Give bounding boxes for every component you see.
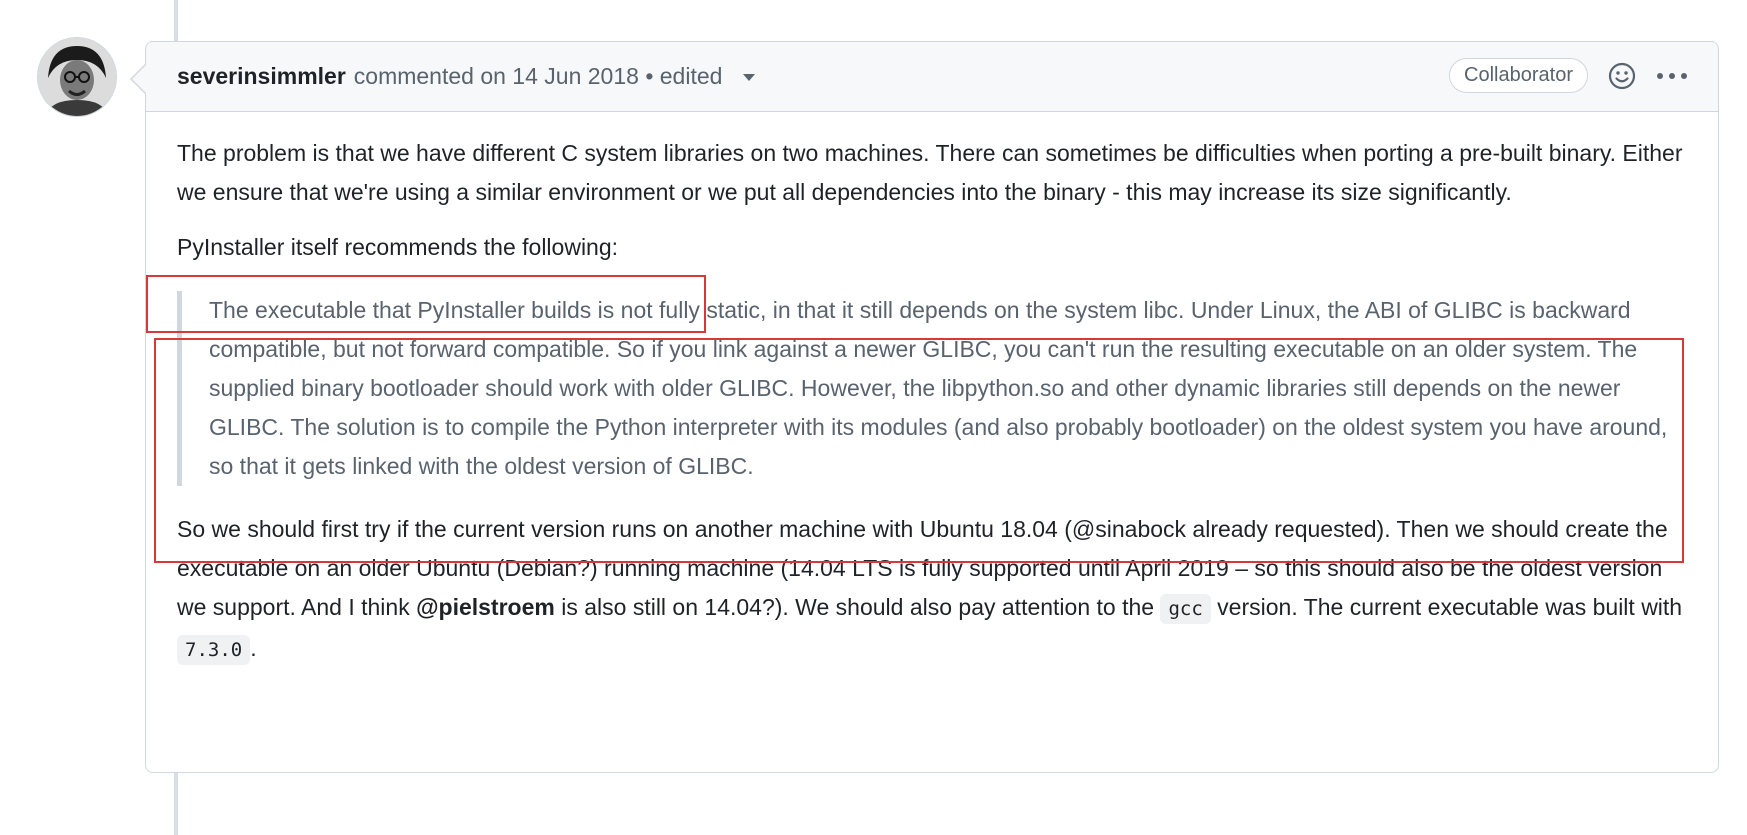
inline-code-version: 7.3.0 xyxy=(177,635,251,665)
paragraph-3: So we should first try if the current ve… xyxy=(177,510,1687,670)
paragraph-2: PyInstaller itself recommends the follow… xyxy=(177,234,619,260)
comment-header: severinsimmler commented on 14 Jun 2018 … xyxy=(146,42,1718,112)
comment-body: The problem is that we have different C … xyxy=(177,134,1687,686)
user-avatar[interactable] xyxy=(38,38,116,116)
paragraph-3-text-3: version. The current executable was buil… xyxy=(1210,594,1683,620)
paragraph-3-text-4: . xyxy=(250,635,257,661)
comment-meta[interactable]: commented on 14 Jun 2018 • edited xyxy=(354,63,755,90)
smiley-icon[interactable] xyxy=(1608,62,1636,90)
collaborator-badge: Collaborator xyxy=(1449,58,1588,93)
paragraph-1: The problem is that we have different C … xyxy=(177,140,1683,205)
inline-code-gcc: gcc xyxy=(1160,594,1211,624)
blockquote: The executable that PyInstaller builds i… xyxy=(177,291,1687,486)
comment-date-edited[interactable]: commented on 14 Jun 2018 • edited xyxy=(354,63,723,89)
paragraph-3-text-2: is also still on 14.04?). We should also… xyxy=(554,594,1161,620)
kebab-icon[interactable] xyxy=(1656,71,1688,81)
caret-down-icon[interactable] xyxy=(742,74,755,82)
author-link[interactable]: severinsimmler xyxy=(177,63,346,90)
comment-box: severinsimmler commented on 14 Jun 2018 … xyxy=(130,41,1719,773)
comment-pointer-fill xyxy=(132,64,147,94)
header-actions: Collaborator xyxy=(1449,58,1688,93)
avatar-image xyxy=(38,38,116,116)
user-mention-link[interactable]: @pielstroem xyxy=(416,594,555,620)
